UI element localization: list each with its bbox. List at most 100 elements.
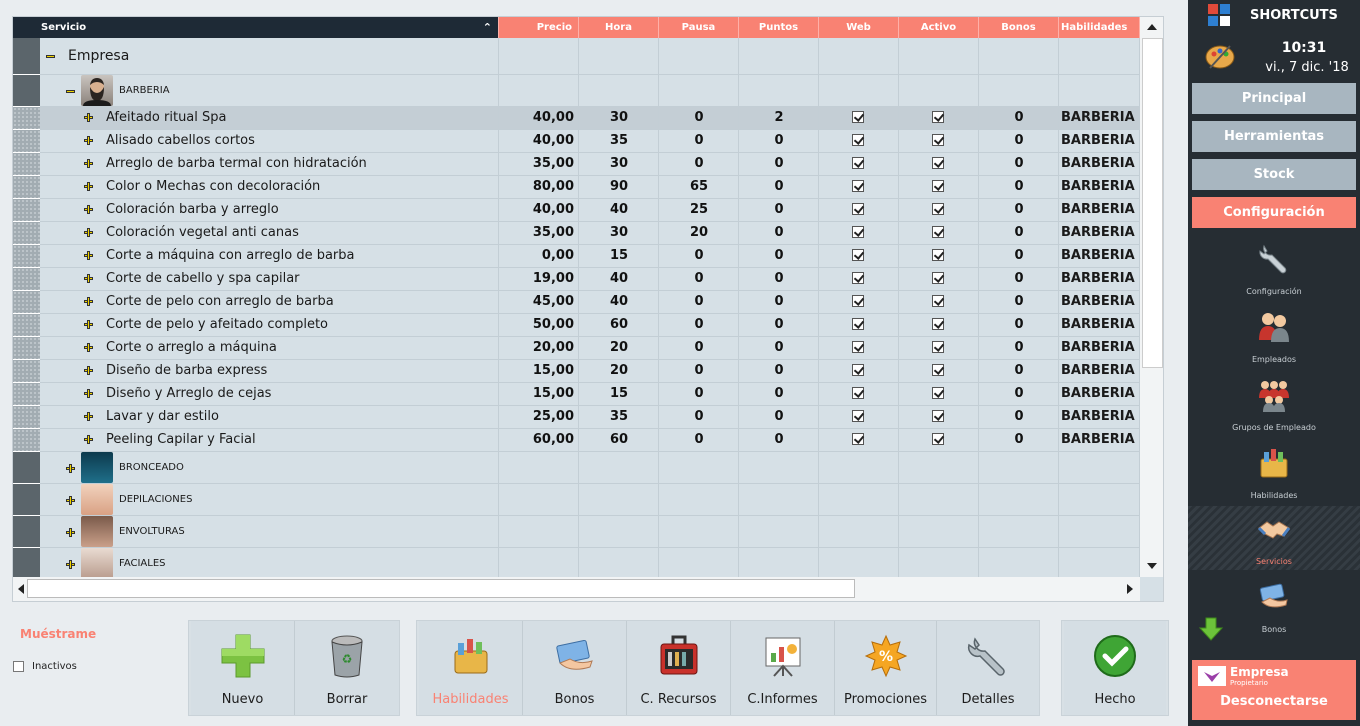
- cell-pausa[interactable]: 0: [659, 248, 739, 263]
- vertical-scrollbar[interactable]: [1140, 17, 1163, 577]
- cell-hora[interactable]: 40: [579, 294, 659, 309]
- table-row[interactable]: Peeling Capilar y Facial 60,00 60 0 0 0 BARBER…: [40, 429, 1140, 452]
- cell-bonos[interactable]: 0: [979, 225, 1059, 240]
- cell-puntos[interactable]: 0: [739, 133, 819, 148]
- row-selector[interactable]: [13, 429, 40, 452]
- col-header-hora[interactable]: Hora: [579, 17, 659, 38]
- cell-habilidades[interactable]: BARBERIA: [1061, 248, 1135, 263]
- expand-icon[interactable]: [84, 136, 93, 145]
- activo-checkbox[interactable]: [932, 295, 944, 307]
- table-row[interactable]: Corte de cabello y spa capilar 19,00 40 0 0 0…: [40, 268, 1140, 291]
- shortcut-servicios[interactable]: Servicios: [1188, 506, 1360, 570]
- expand-icon[interactable]: [84, 159, 93, 168]
- nav-herramientas[interactable]: Herramientas: [1192, 121, 1356, 152]
- cell-precio[interactable]: 15,00: [499, 363, 574, 378]
- cell-bonos[interactable]: 0: [979, 156, 1059, 171]
- web-checkbox[interactable]: [852, 433, 864, 445]
- cell-precio[interactable]: 25,00: [499, 409, 574, 424]
- cell-habilidades[interactable]: BARBERIA: [1061, 110, 1135, 125]
- cell-puntos[interactable]: 0: [739, 294, 819, 309]
- tree-row-root[interactable]: Empresa: [40, 38, 1140, 75]
- expand-icon[interactable]: [84, 274, 93, 283]
- cell-habilidades[interactable]: BARBERIA: [1061, 317, 1135, 332]
- cell-habilidades[interactable]: BARBERIA: [1061, 133, 1135, 148]
- cell-pausa[interactable]: 0: [659, 133, 739, 148]
- table-row[interactable]: Afeitado ritual Spa 40,00 30 0 2 0 BARBERIA: [40, 107, 1140, 130]
- cell-pausa[interactable]: 0: [659, 432, 739, 447]
- promociones-button[interactable]: % Promociones: [835, 621, 937, 715]
- activo-checkbox[interactable]: [932, 341, 944, 353]
- row-selector[interactable]: [13, 245, 40, 268]
- cell-hora[interactable]: 20: [579, 363, 659, 378]
- table-row[interactable]: Corte de pelo con arreglo de barba 45,00 4…: [40, 291, 1140, 314]
- col-header-bonos[interactable]: Bonos: [979, 17, 1059, 38]
- cell-hora[interactable]: 15: [579, 248, 659, 263]
- nav-stock[interactable]: Stock: [1192, 159, 1356, 190]
- activo-checkbox[interactable]: [932, 180, 944, 192]
- cell-pausa[interactable]: 20: [659, 225, 739, 240]
- row-selector[interactable]: [13, 199, 40, 222]
- cell-bonos[interactable]: 0: [979, 386, 1059, 401]
- row-selector[interactable]: [13, 360, 40, 383]
- table-row[interactable]: Lavar y dar estilo 25,00 35 0 0 0 BARBERIA: [40, 406, 1140, 429]
- cell-pausa[interactable]: 0: [659, 386, 739, 401]
- activo-checkbox[interactable]: [932, 433, 944, 445]
- hscroll-thumb[interactable]: [27, 579, 855, 598]
- activo-checkbox[interactable]: [932, 157, 944, 169]
- cell-hora[interactable]: 40: [579, 202, 659, 217]
- cell-hora[interactable]: 60: [579, 432, 659, 447]
- cell-bonos[interactable]: 0: [979, 340, 1059, 355]
- table-row[interactable]: Corte a máquina con arreglo de barba 0,00…: [40, 245, 1140, 268]
- cell-habilidades[interactable]: BARBERIA: [1061, 179, 1135, 194]
- cell-pausa[interactable]: 0: [659, 317, 739, 332]
- cell-habilidades[interactable]: BARBERIA: [1061, 386, 1135, 401]
- activo-checkbox[interactable]: [932, 111, 944, 123]
- cell-bonos[interactable]: 0: [979, 363, 1059, 378]
- row-selector[interactable]: [13, 153, 40, 176]
- cell-bonos[interactable]: 0: [979, 294, 1059, 309]
- web-checkbox[interactable]: [852, 180, 864, 192]
- borrar-button[interactable]: ♻ Borrar: [295, 621, 399, 715]
- shortcut-empleados[interactable]: Empleados: [1188, 304, 1360, 368]
- row-selector[interactable]: [13, 548, 40, 580]
- cell-hora[interactable]: 35: [579, 409, 659, 424]
- cell-habilidades[interactable]: BARBERIA: [1061, 202, 1135, 217]
- scroll-right-arrow-icon[interactable]: [1127, 584, 1133, 594]
- table-row[interactable]: Corte o arreglo a máquina 20,00 20 0 0 0 BARBE…: [40, 337, 1140, 360]
- cell-puntos[interactable]: 0: [739, 202, 819, 217]
- cell-pausa[interactable]: 65: [659, 179, 739, 194]
- web-checkbox[interactable]: [852, 249, 864, 261]
- col-header-pausa[interactable]: Pausa: [659, 17, 739, 38]
- cell-pausa[interactable]: 0: [659, 340, 739, 355]
- col-header-servicio[interactable]: Servicio ⌃: [13, 17, 499, 38]
- cell-pausa[interactable]: 0: [659, 363, 739, 378]
- habilidades-button[interactable]: Habilidades: [419, 621, 523, 715]
- cell-pausa[interactable]: 0: [659, 409, 739, 424]
- scroll-down-arrow-icon[interactable]: [1147, 563, 1157, 569]
- cell-puntos[interactable]: 0: [739, 156, 819, 171]
- nav-configuracion[interactable]: Configuración: [1192, 197, 1356, 228]
- logout-button[interactable]: Desconectarse: [1192, 694, 1356, 709]
- table-row[interactable]: Diseño y Arreglo de cejas 15,00 15 0 0 0 BARBE…: [40, 383, 1140, 406]
- cell-puntos[interactable]: 0: [739, 340, 819, 355]
- web-checkbox[interactable]: [852, 157, 864, 169]
- cell-habilidades[interactable]: BARBERIA: [1061, 409, 1135, 424]
- nuevo-button[interactable]: Nuevo: [191, 621, 295, 715]
- web-checkbox[interactable]: [852, 387, 864, 399]
- row-selector[interactable]: [13, 130, 40, 153]
- row-selector[interactable]: [13, 291, 40, 314]
- cell-bonos[interactable]: 0: [979, 248, 1059, 263]
- cell-puntos[interactable]: 0: [739, 386, 819, 401]
- col-header-activo[interactable]: Activo: [899, 17, 979, 38]
- shortcut-habilidades[interactable]: Habilidades: [1188, 440, 1360, 504]
- tree-row-group[interactable]: DEPILACIONES: [40, 484, 1140, 516]
- cell-puntos[interactable]: 0: [739, 432, 819, 447]
- col-header-puntos[interactable]: Puntos: [739, 17, 819, 38]
- table-row[interactable]: Corte de pelo y afeitado completo 50,00 60…: [40, 314, 1140, 337]
- activo-checkbox[interactable]: [932, 272, 944, 284]
- cell-precio[interactable]: 50,00: [499, 317, 574, 332]
- cell-puntos[interactable]: 0: [739, 317, 819, 332]
- web-checkbox[interactable]: [852, 295, 864, 307]
- expand-icon[interactable]: [84, 366, 93, 375]
- table-row[interactable]: Color o Mechas con decoloración 80,00 90 65…: [40, 176, 1140, 199]
